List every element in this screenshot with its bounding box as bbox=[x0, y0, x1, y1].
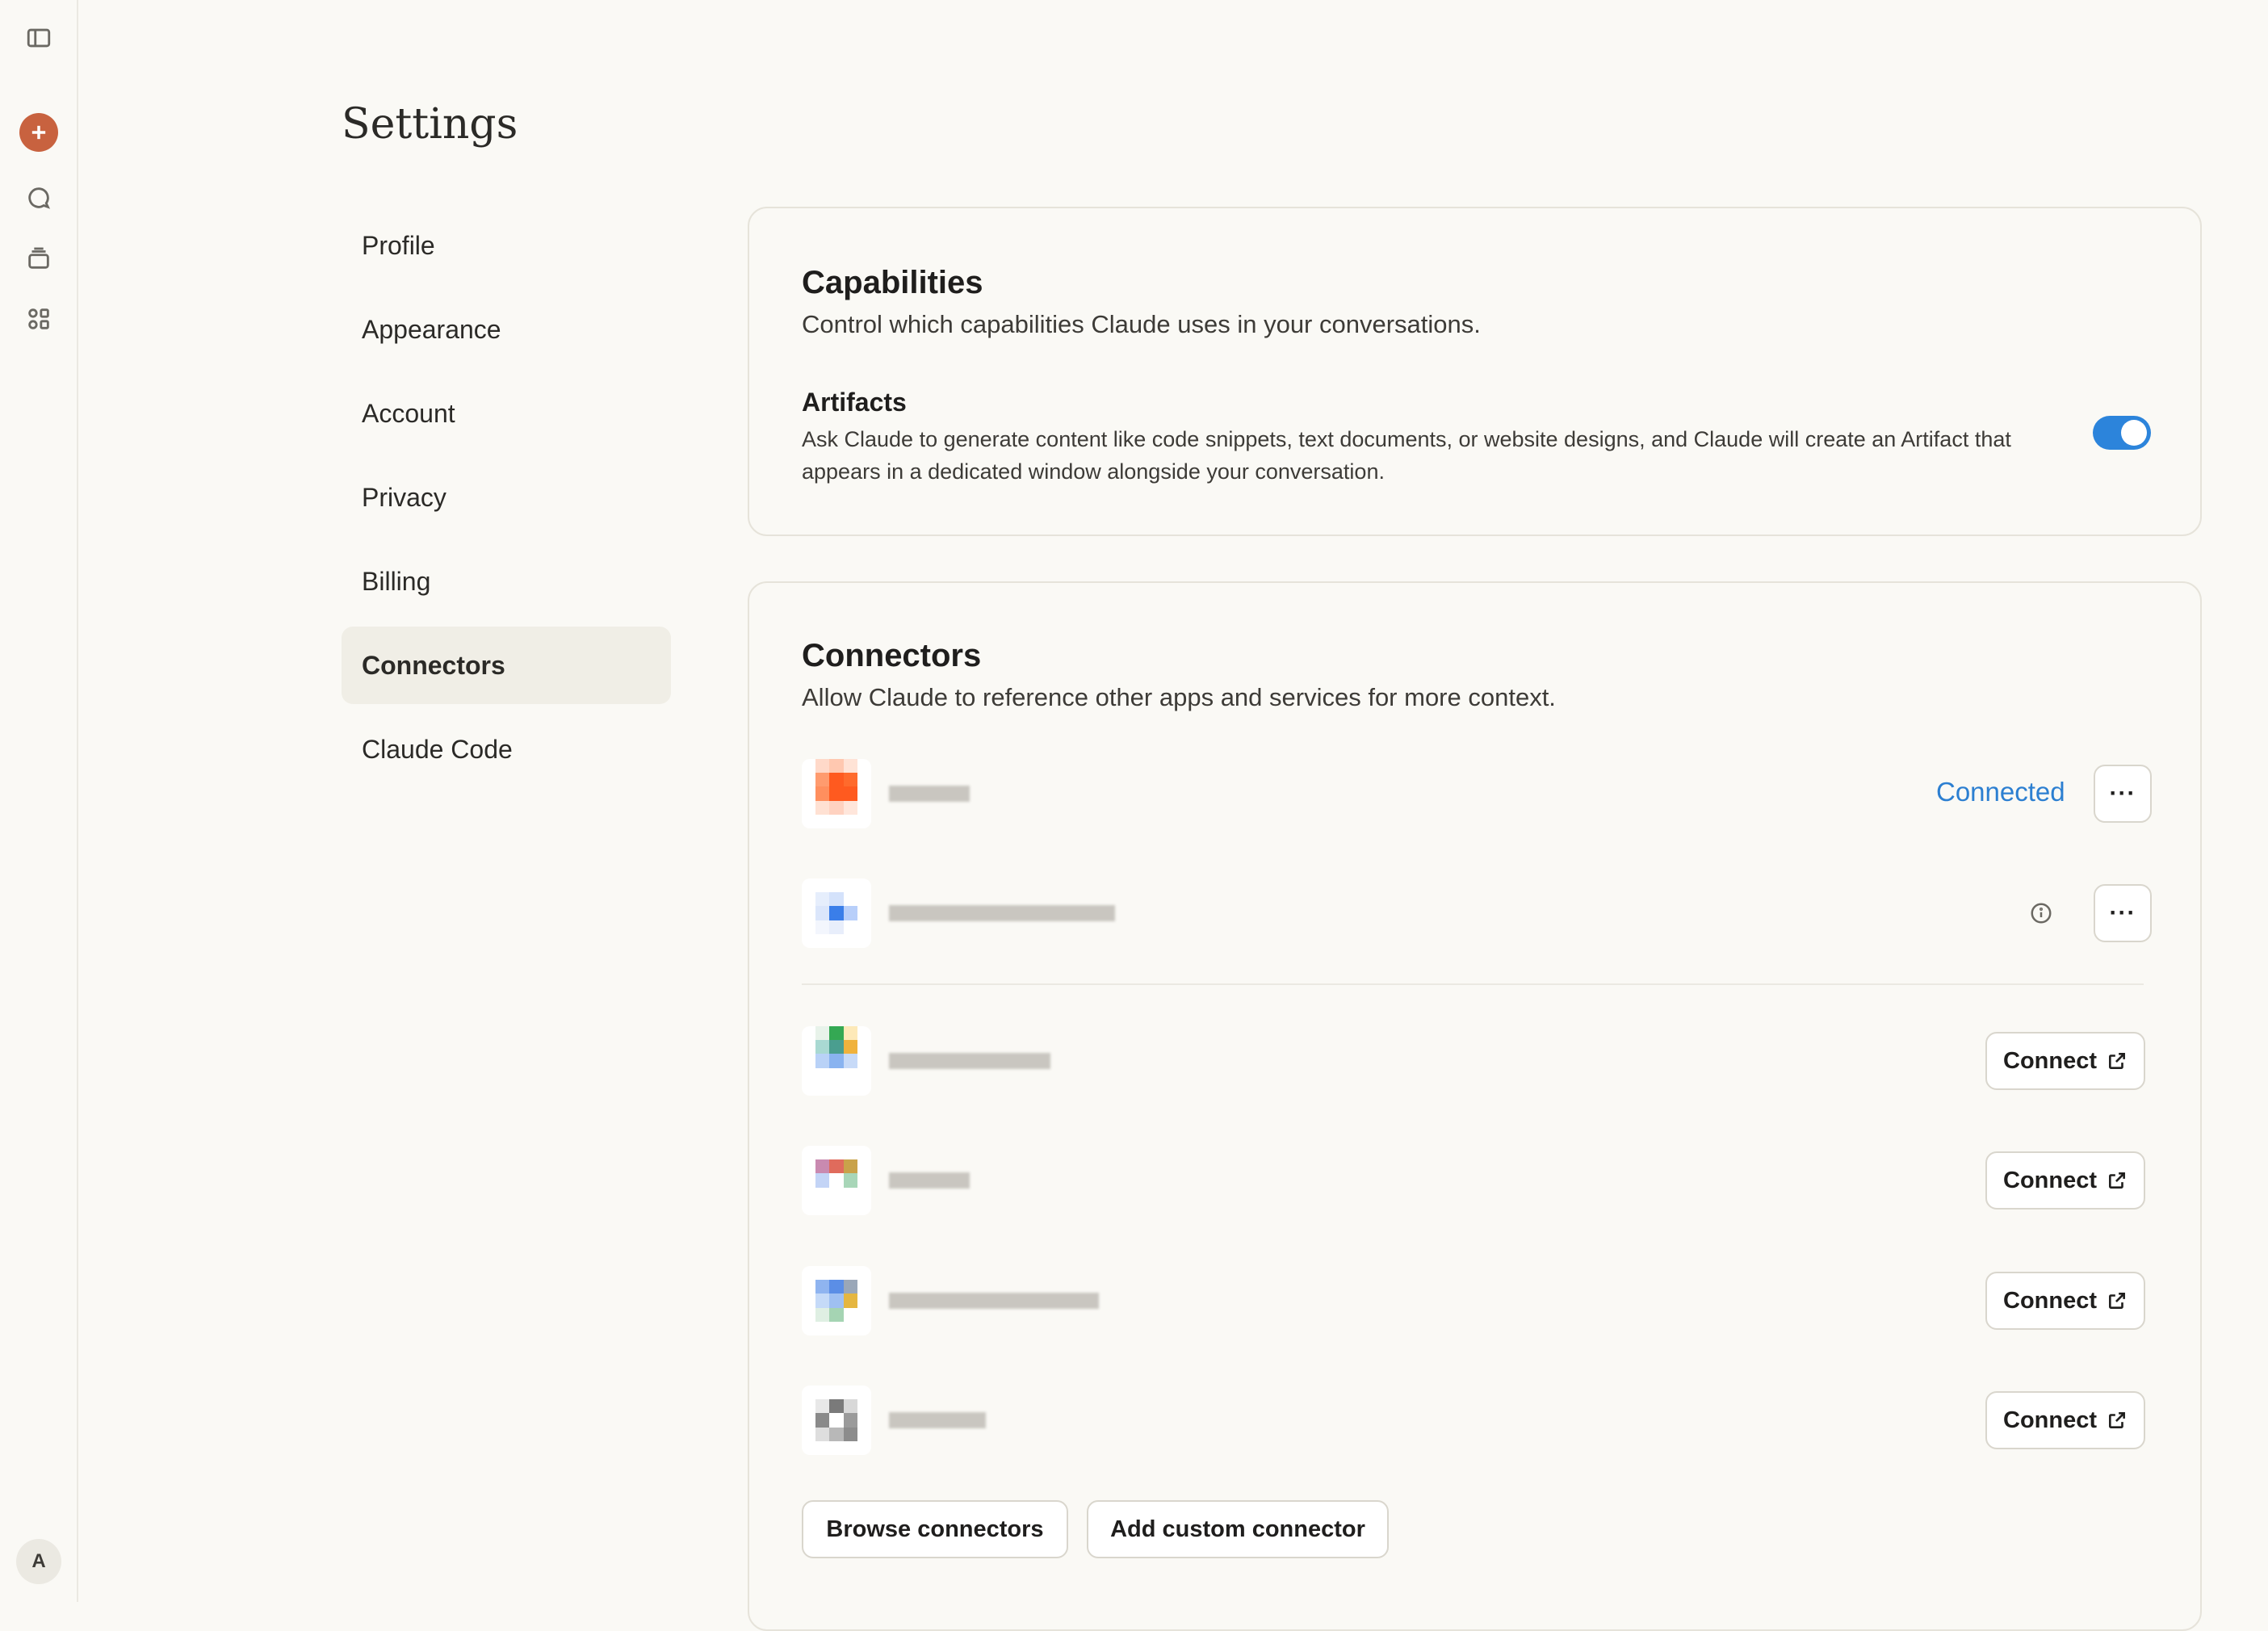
artifacts-title: Artifacts bbox=[802, 388, 907, 417]
icon-rail: A bbox=[0, 0, 78, 1602]
connector-name-redacted bbox=[889, 1044, 1050, 1078]
connect-button-label: Connect bbox=[2003, 1047, 2097, 1074]
projects-icon[interactable] bbox=[20, 240, 57, 277]
connectors-title: Connectors bbox=[802, 638, 982, 673]
connectors-subtitle: Allow Claude to reference other apps and… bbox=[802, 683, 1556, 711]
page-title: Settings bbox=[342, 100, 518, 149]
connector-name-redacted bbox=[889, 896, 1115, 930]
nav-item-appearance[interactable]: Appearance bbox=[342, 291, 671, 368]
connector-logo bbox=[802, 759, 871, 828]
connector-logo bbox=[802, 1146, 871, 1215]
new-chat-icon[interactable] bbox=[19, 113, 58, 152]
connector-row: Connect bbox=[802, 1266, 2152, 1335]
artifacts-description: Ask Claude to generate content like code… bbox=[802, 427, 2011, 484]
connector-logo bbox=[802, 878, 871, 948]
divider bbox=[802, 983, 2144, 985]
connect-button[interactable]: Connect bbox=[1985, 1032, 2145, 1090]
external-link-icon bbox=[2109, 1412, 2125, 1428]
sidebar-toggle-icon[interactable] bbox=[20, 19, 57, 57]
connect-button-label: Connect bbox=[2003, 1287, 2097, 1314]
artifacts-icon[interactable] bbox=[20, 300, 57, 338]
connector-row: Connect bbox=[802, 1146, 2152, 1215]
connector-more-button[interactable]: ··· bbox=[2094, 884, 2152, 942]
connector-row: Connect bbox=[802, 1026, 2152, 1096]
external-link-icon bbox=[2109, 1293, 2125, 1309]
avatar[interactable]: A bbox=[16, 1539, 61, 1584]
connector-logo bbox=[802, 1266, 871, 1335]
connect-button-label: Connect bbox=[2003, 1167, 2097, 1193]
browse-connectors-button[interactable]: Browse connectors bbox=[802, 1500, 1068, 1558]
info-icon[interactable] bbox=[2029, 901, 2053, 925]
chats-icon[interactable] bbox=[20, 179, 57, 216]
artifacts-toggle[interactable] bbox=[2093, 416, 2151, 450]
connect-button[interactable]: Connect bbox=[1985, 1151, 2145, 1210]
connector-row: Connect bbox=[802, 1386, 2152, 1455]
capabilities-card: Capabilities Control which capabilities … bbox=[748, 207, 2202, 536]
connected-status: Connected bbox=[1936, 777, 2065, 807]
connector-logo bbox=[802, 1026, 871, 1096]
nav-item-connectors[interactable]: Connectors bbox=[342, 627, 671, 704]
connect-button[interactable]: Connect bbox=[1985, 1391, 2145, 1449]
nav-item-claude-code[interactable]: Claude Code bbox=[342, 711, 671, 788]
connector-row: Connected ··· bbox=[802, 759, 2152, 828]
connector-row: ··· bbox=[802, 878, 2152, 948]
nav-item-account[interactable]: Account bbox=[342, 375, 671, 452]
capabilities-title: Capabilities bbox=[802, 265, 983, 300]
connector-name-redacted bbox=[889, 1164, 970, 1197]
connectors-card: Connectors Allow Claude to reference oth… bbox=[748, 581, 2202, 1631]
add-custom-connector-button[interactable]: Add custom connector bbox=[1087, 1500, 1389, 1558]
connector-logo bbox=[802, 1386, 871, 1455]
capabilities-subtitle: Control which capabilities Claude uses i… bbox=[802, 310, 1481, 338]
nav-item-billing[interactable]: Billing bbox=[342, 543, 671, 620]
connector-name-redacted bbox=[889, 1403, 986, 1437]
nav-item-privacy[interactable]: Privacy bbox=[342, 459, 671, 536]
nav-item-profile[interactable]: Profile bbox=[342, 207, 671, 284]
connector-more-button[interactable]: ··· bbox=[2094, 765, 2152, 823]
connector-name-redacted bbox=[889, 777, 970, 811]
external-link-icon bbox=[2109, 1172, 2125, 1189]
connect-button[interactable]: Connect bbox=[1985, 1272, 2145, 1330]
connector-name-redacted bbox=[889, 1284, 1099, 1318]
toggle-knob bbox=[2121, 420, 2147, 446]
connect-button-label: Connect bbox=[2003, 1407, 2097, 1433]
external-link-icon bbox=[2109, 1053, 2125, 1069]
